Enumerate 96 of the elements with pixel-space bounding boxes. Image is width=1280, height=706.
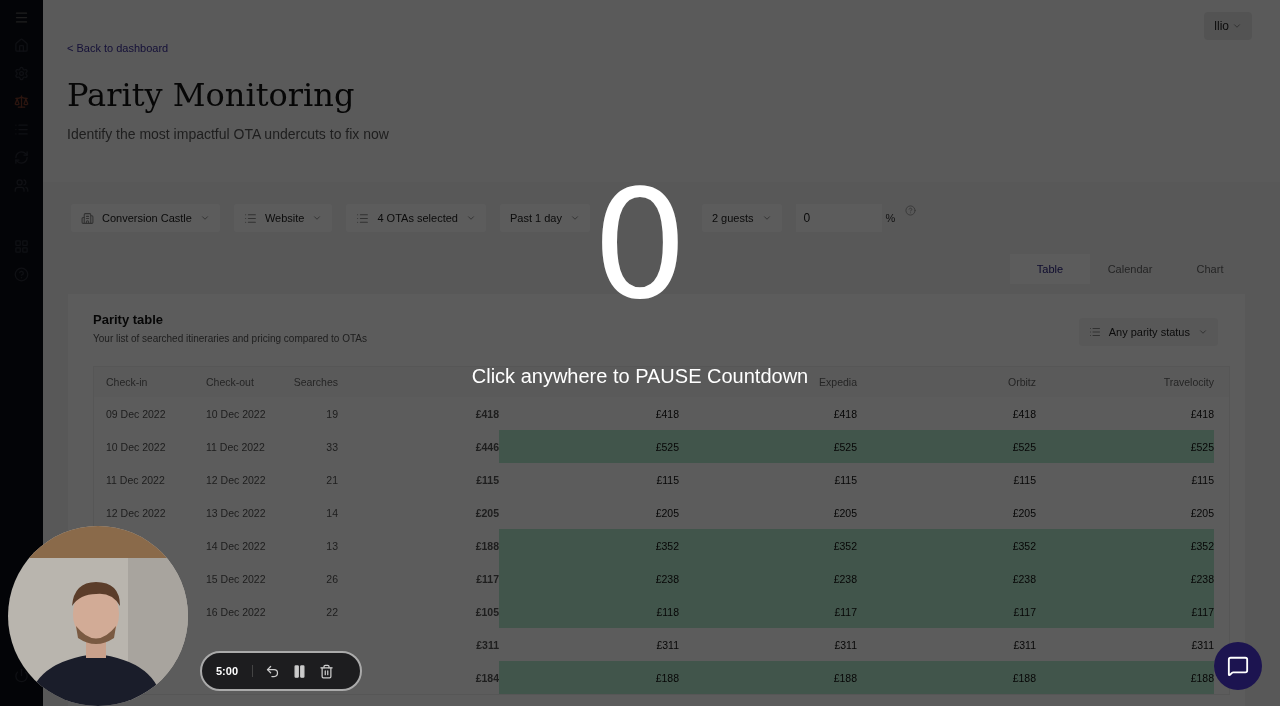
table-cell: £188 [655,671,679,684]
recording-timer: 5:00 [216,665,254,677]
table-cell: £311 [1013,638,1036,651]
list-icon [243,211,257,225]
page-title: Parity Monitoring [67,76,356,114]
table-cell: £418 [1012,407,1036,420]
trash-icon[interactable] [319,663,335,679]
list-icon [356,211,370,225]
countdown-hint: Click anywhere to PAUSE Countdown [471,365,809,388]
table-cell: £418 [475,407,499,420]
table-cell: 13 [326,539,338,552]
pause-icon[interactable] [292,663,308,679]
threshold-field[interactable]: 0 [795,204,882,232]
user-menu[interactable]: llio [1204,12,1252,40]
table-cell: £115 [1013,473,1036,486]
table-cell: £418 [1190,407,1214,420]
status-dropdown[interactable]: Any parity status [1078,318,1218,346]
table-cell: £418 [655,407,679,420]
list-icon [1088,326,1101,338]
table-cell: 12 Dec 2022 [106,506,166,519]
table-cell: £188 [475,539,499,552]
table-cell: £311 [476,638,499,651]
table-cell: £188 [833,671,857,684]
table-cell: £115 [476,473,499,486]
table-cell: £418 [833,407,857,420]
table-cell: £311 [1191,638,1214,651]
table-cell: 21 [326,473,338,486]
table-cell: £117 [1191,605,1214,618]
chevron-icon [1232,21,1242,31]
table-cell: 26 [326,572,338,585]
chat-icon [1227,655,1249,677]
filter-dropdown[interactable]: Website [233,204,333,232]
table-cell: £188 [1012,671,1036,684]
scales-icon[interactable] [14,94,29,109]
table-cell: £525 [833,440,857,453]
filter-dropdown[interactable]: 2 guests [701,204,782,232]
table-cell: £188 [1190,671,1214,684]
table-cell: £238 [655,572,679,585]
building-icon [81,211,94,225]
table-cell: £446 [475,440,499,453]
table-cell: £118 [656,605,679,618]
table-cell: 13 Dec 2022 [206,506,266,519]
table-cell: £525 [1190,440,1214,453]
help-icon[interactable] [905,204,917,216]
table-cell: 19 [326,407,338,420]
table-cell: £205 [475,506,499,519]
table-cell: £525 [655,440,679,453]
table-cell: £205 [655,506,679,519]
table-cell: £238 [833,572,857,585]
table-cell: £205 [1190,506,1214,519]
table-cell: 22 [326,605,338,618]
percent-unit: % [885,212,896,224]
filter-dropdown[interactable]: 4 OTAs selected [346,204,486,232]
chevron-icon [199,213,210,223]
chevron-icon [465,213,476,223]
table-cell: 09 Dec 2022 [106,407,166,420]
chevron-icon [761,213,772,223]
table-cell: 33 [326,440,338,453]
menu-icon[interactable] [14,10,29,25]
card-subtitle: Your list of searched itineraries and pricing compared to OTAs [93,333,368,344]
chat-button[interactable] [1214,642,1262,690]
table-cell: 12 Dec 2022 [206,473,266,486]
chevron-icon [312,213,323,223]
table-cell: £352 [655,539,679,552]
table-cell: £205 [1012,506,1036,519]
table-cell: 14 Dec 2022 [206,539,266,552]
table-cell: £205 [833,506,857,519]
table-cell: £352 [833,539,857,552]
filter-dropdown[interactable]: Past 1 day [499,204,590,232]
dim-overlay[interactable] [0,0,1280,706]
countdown-number: 0 [592,170,688,320]
card-title: Parity table [93,312,165,327]
table-cell: £115 [656,473,679,486]
table-cell: £525 [1012,440,1036,453]
table-cell: £238 [1012,572,1036,585]
chevron-icon [569,213,580,223]
table-cell: £117 [476,572,499,585]
view-tab[interactable]: Table [1010,254,1090,284]
table-cell: £352 [1012,539,1036,552]
undo-icon[interactable] [265,663,281,679]
table-cell: 14 [326,506,338,519]
table-cell: £105 [475,605,499,618]
back-link[interactable]: < Back to dashboard [67,42,1252,54]
table-cell: £117 [1013,605,1036,618]
table-cell: £238 [1190,572,1214,585]
table-cell: £184 [475,671,499,684]
table-cell: £352 [1190,539,1214,552]
power-icon[interactable] [14,668,29,683]
table-cell: £115 [834,473,857,486]
page-subtitle: Identify the most impactful OTA undercuts to fix now [67,126,390,142]
chevron-icon [1198,327,1208,337]
filter-dropdown[interactable]: Conversion Castle [71,204,220,232]
table-cell: £311 [834,638,857,651]
table-cell: £115 [1191,473,1214,486]
table-cell: £311 [656,638,679,651]
table-cell: £117 [834,605,857,618]
